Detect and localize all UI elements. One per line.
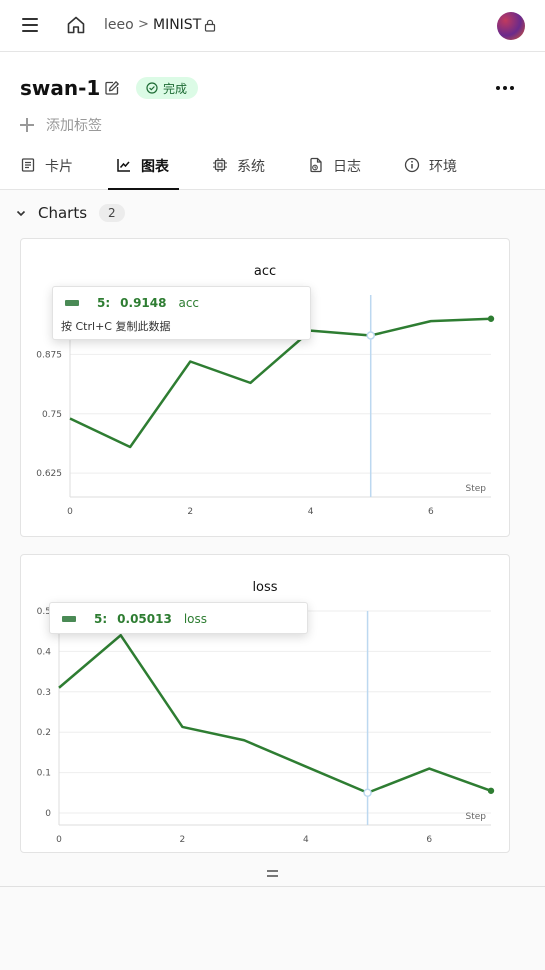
plus-icon [20, 118, 34, 132]
top-bar: leeo > MINIST [0, 0, 545, 52]
divider [0, 886, 545, 887]
chart-card-loss[interactable]: loss 0 0.1 0.2 0.3 0.4 0.5 0 2 4 6 Step 5: 0.05013 … [20, 554, 510, 853]
run-header: swan-1 完成 添加标签 卡片 图表 系统 日志 环境 [0, 52, 545, 190]
status-badge: 完成 [136, 77, 199, 99]
hover-point [363, 788, 372, 797]
last-point [487, 315, 495, 322]
tab-system-label: 系统 [237, 159, 265, 175]
last-point [487, 787, 495, 794]
lock-icon [204, 19, 216, 32]
acc-line-chart[interactable]: acc 0.625 0.75 0.875 0 2 4 6 Step [21, 239, 511, 538]
tooltip-metric: loss [183, 612, 207, 626]
y-tick-label: 0 [45, 809, 51, 819]
tooltip-series-swatch [62, 616, 76, 622]
tab-logs[interactable]: 日志 [308, 156, 361, 190]
cpu-icon [213, 158, 227, 172]
tab-charts-label: 图表 [141, 159, 169, 175]
tooltip-acc: 5: 0.9148 acc 按 Ctrl+C 复制此数据 [52, 286, 311, 340]
chevron-down-icon[interactable] [14, 206, 28, 220]
y-tick-label: 0.4 [37, 647, 52, 657]
card-icon [21, 158, 35, 172]
menu-icon[interactable] [22, 18, 38, 32]
y-tick-label: 0.3 [37, 688, 51, 698]
tooltip-metric: acc [178, 296, 200, 310]
avatar[interactable] [497, 12, 525, 40]
log-icon [310, 157, 322, 173]
group-title: Charts [38, 204, 88, 222]
loss-line-chart[interactable]: loss00.10.20.30.40.50 2 4 6Step [21, 555, 511, 854]
tooltip-step: 5: [97, 296, 111, 310]
status-label: 完成 [163, 81, 188, 96]
tab-system[interactable]: 系统 [212, 156, 265, 190]
y-tick-label: 0.875 [36, 350, 62, 360]
x-axis-label: Step [466, 812, 487, 822]
series-line-loss [58, 633, 492, 794]
breadcrumb-project[interactable]: MINIST [153, 17, 201, 33]
add-tag-button[interactable]: 添加标签 [20, 115, 102, 135]
y-tick-label: 0.625 [36, 469, 62, 479]
x-tick-label: 4 [303, 835, 309, 845]
x-tick-label: 0 [56, 835, 62, 845]
tooltip-value: 0.9148 [120, 296, 167, 310]
breadcrumb-user[interactable]: leeo [104, 17, 134, 33]
y-tick-label: 0.2 [37, 728, 51, 738]
home-icon[interactable] [66, 15, 86, 35]
check-circle-icon [146, 82, 158, 94]
info-icon [404, 157, 420, 173]
edit-icon[interactable] [104, 80, 120, 96]
x-axis-label: Step [466, 484, 487, 494]
y-tick-label: 0.75 [42, 410, 62, 420]
tooltip-step: 5: [94, 612, 108, 626]
add-tag-label: 添加标签 [46, 118, 102, 134]
chart-title: acc [254, 264, 276, 279]
x-tick-label: 2 [187, 507, 193, 517]
tab-card[interactable]: 卡片 [20, 156, 73, 190]
tab-charts[interactable]: 图表 [108, 156, 179, 190]
chart-icon [117, 159, 130, 172]
tooltip-loss: 5: 0.05013 loss [49, 602, 308, 634]
resize-handle-icon[interactable] [267, 870, 278, 877]
breadcrumb-separator: > [138, 17, 149, 32]
tab-card-label: 卡片 [45, 159, 73, 175]
x-tick-label: 4 [308, 507, 314, 517]
more-options-icon[interactable] [496, 86, 514, 90]
x-tick-label: 6 [428, 507, 434, 517]
x-tick-label: 0 [67, 507, 73, 517]
x-tick-label: 6 [426, 835, 432, 845]
tooltip-value: 0.05013 [117, 612, 172, 626]
tab-logs-label: 日志 [333, 159, 361, 175]
tab-env-label: 环境 [429, 159, 457, 175]
group-count-badge: 2 [99, 204, 125, 222]
tooltip-copy-hint: 按 Ctrl+C 复制此数据 [61, 320, 171, 333]
y-tick-label: 0.1 [37, 769, 51, 779]
charts-group-header[interactable]: Charts 2 [14, 204, 125, 222]
hover-point [366, 331, 375, 340]
run-title: swan-1 [20, 76, 101, 100]
chart-title: loss [252, 580, 277, 595]
x-tick-label: 2 [180, 835, 186, 845]
tab-env[interactable]: 环境 [404, 156, 457, 190]
chart-card-acc[interactable]: acc 0.625 0.75 0.875 0 2 4 6 Step 5: 0.9148 acc … [20, 238, 510, 537]
tooltip-series-swatch [65, 300, 79, 306]
